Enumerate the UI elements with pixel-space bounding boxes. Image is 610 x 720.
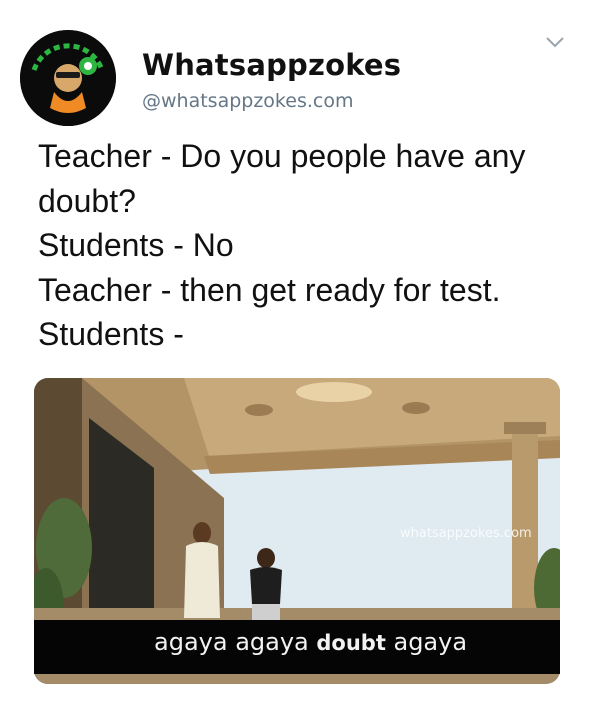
tweet-text-line: doubt? [38,182,136,219]
subtitle-text: agaya agaya doubt agaya [154,628,467,656]
display-name[interactable]: Whatsappzokes [142,48,401,82]
handle[interactable]: @whatsappzokes.com [142,90,353,112]
subtitle-bar: agaya agaya doubt agaya [34,620,560,674]
tweet-text-line: Teacher - then get ready for test. [38,271,501,308]
chevron-down-icon[interactable] [544,34,566,50]
tweet-text-line: Teacher - Do you people have any [38,138,526,174]
watermark: whatsappzokes.com [400,526,532,541]
tweet-text: Teacher - Do you people have any doubt? … [38,134,578,357]
subtitle-part: agaya agaya [154,628,317,656]
tweet-text-line: Students - [38,316,184,352]
tweet-card: Whatsappzokes @whatsappzokes.com Teacher… [0,0,610,720]
avatar[interactable] [20,30,116,126]
subtitle-part: agaya [385,628,468,656]
subtitle-bold: doubt [316,631,386,655]
whatsapp-zokes-logo-icon [20,30,116,126]
tweet-text-line: Students - No [38,227,234,263]
